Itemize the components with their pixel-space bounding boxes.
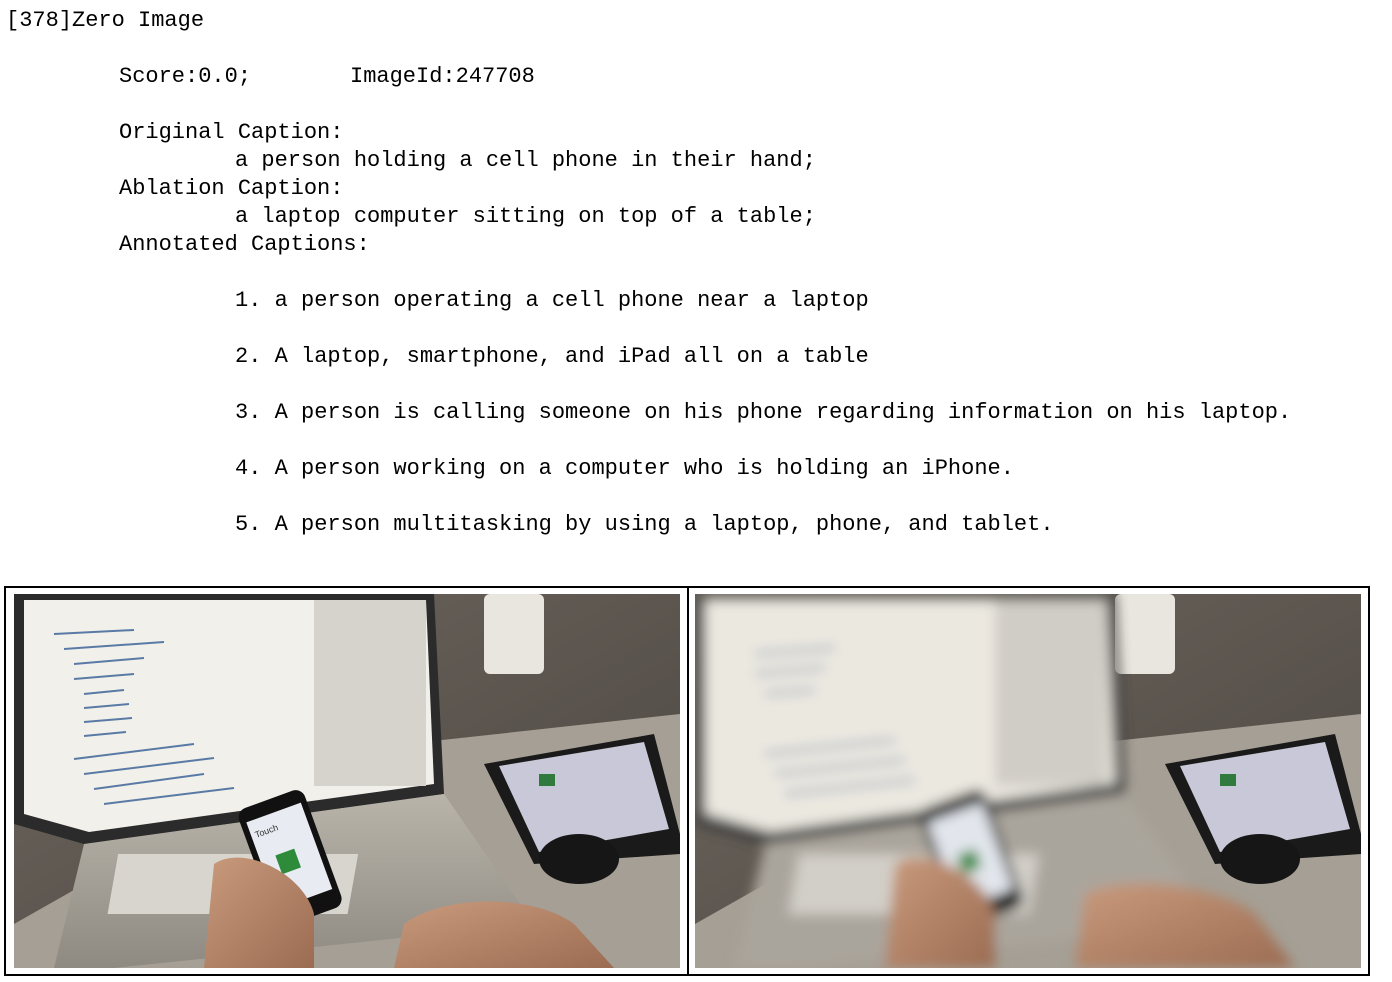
image-id-label: ImageId:247708 [350, 64, 535, 89]
ablated-photo [695, 594, 1361, 968]
original-caption-text: a person holding a cell phone in their h… [235, 148, 816, 173]
annotated-caption-1: 1. a person operating a cell phone near … [235, 288, 869, 313]
original-photo: Touch [14, 594, 680, 968]
image-divider [687, 588, 689, 974]
annotated-caption-2: 2. A laptop, smartphone, and iPad all on… [235, 344, 869, 369]
annotated-caption-3: 3. A person is calling someone on his ph… [235, 400, 1292, 425]
annotated-caption-5: 5. A person multitasking by using a lapt… [235, 512, 1054, 537]
annotated-caption-4: 4. A person working on a computer who is… [235, 456, 1014, 481]
ablation-caption-label: Ablation Caption: [119, 176, 344, 201]
score-label: Score:0.0; [119, 64, 252, 89]
image-comparison-frame: Touch [4, 586, 1370, 976]
original-caption-label: Original Caption: [119, 120, 344, 145]
annotated-captions-label: Annotated Captions: [119, 232, 370, 257]
page-title: [378]Zero Image [6, 8, 205, 33]
ablation-caption-text: a laptop computer sitting on top of a ta… [235, 204, 816, 229]
